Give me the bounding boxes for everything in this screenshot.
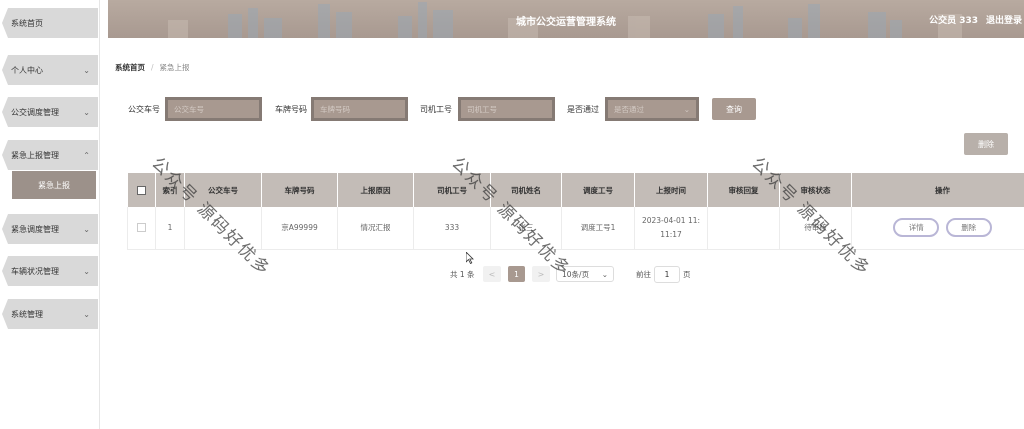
column-header: 索引 <box>155 173 185 207</box>
breadcrumb: 系统首页 / 紧急上报 <box>115 62 190 73</box>
chevron-down-icon: ⌄ <box>683 104 690 114</box>
mouse-cursor-icon <box>466 252 474 264</box>
detail-button[interactable]: 详情 <box>893 218 940 238</box>
goto-label: 前往 <box>636 270 651 279</box>
chevron-up-icon: ⌃ <box>83 150 90 160</box>
sidebar-item-label: 个人中心 <box>11 65 43 75</box>
prev-page-button[interactable]: < <box>483 266 501 282</box>
cell-report-time: 2023-04-01 11: 11:17 <box>634 207 708 250</box>
passed-label: 是否通过 <box>567 105 599 114</box>
passed-select[interactable]: 是否通过 ⌄ <box>605 97 699 121</box>
delete-button[interactable]: 删除 <box>964 133 1008 155</box>
chevron-down-icon: ⌄ <box>83 266 90 276</box>
driver-no-input[interactable]: 司机工号 <box>458 97 555 121</box>
row-checkbox[interactable] <box>137 223 146 233</box>
cell-driver-no: 333 <box>413 207 491 250</box>
cell-bus-no <box>184 207 262 250</box>
plate-label: 车牌号码 <box>275 105 307 114</box>
sidebar-item-label: 系统首页 <box>11 18 43 28</box>
breadcrumb-home[interactable]: 系统首页 <box>115 62 145 73</box>
report-time-line1: 2023-04-01 11: <box>641 215 701 225</box>
cell-reply <box>707 207 780 250</box>
row-delete-button[interactable]: 删除 <box>945 218 992 238</box>
cell-plate: 京A99999 <box>261 207 338 250</box>
sidebar-item-home[interactable]: 系统首页 <box>2 8 98 38</box>
sidebar-item-label: 紧急上报管理 <box>11 150 59 160</box>
next-page-button[interactable]: > <box>532 266 550 282</box>
header-banner: 城市公交运营管理系统 公交员 333 退出登录 <box>108 0 1024 38</box>
cell-index: 1 <box>155 207 185 250</box>
sidebar-item-label: 系统管理 <box>11 309 43 319</box>
chevron-down-icon: ⌄ <box>83 65 90 75</box>
sidebar-item-emergency-report[interactable]: 紧急上报管理 ⌃ <box>2 140 98 170</box>
sidebar-item-label: 车辆状况管理 <box>11 266 59 276</box>
user-name: 公交员 333 <box>929 16 978 26</box>
select-all-cell <box>127 173 156 207</box>
logout-link[interactable]: 退出登录 <box>986 13 1022 26</box>
sidebar-item-vehicle-status[interactable]: 车辆状况管理 ⌄ <box>2 256 98 286</box>
goto-page-input[interactable]: 1 <box>654 266 680 283</box>
column-header: 调度工号 <box>561 173 635 207</box>
column-header: 司机工号 <box>413 173 491 207</box>
sidebar-item-label: 紧急调度管理 <box>11 224 59 234</box>
chevron-down-icon: ⌄ <box>601 269 608 279</box>
pagination-total: 共 1 条 <box>450 270 475 279</box>
plate-input[interactable]: 车牌号码 <box>311 97 408 121</box>
passed-select-value: 是否通过 <box>614 104 644 114</box>
driver-no-label: 司机工号 <box>420 105 452 114</box>
cell-reason: 情况汇报 <box>337 207 414 250</box>
cell-dispatch-no: 调度工号1 <box>561 207 635 250</box>
column-header: 公交车号 <box>184 173 262 207</box>
chevron-down-icon: ⌄ <box>83 224 90 234</box>
sidebar-item-system[interactable]: 系统管理 ⌄ <box>2 299 98 329</box>
bus-no-label: 公交车号 <box>128 105 160 114</box>
cell-actions: 详情 删除 <box>851 207 1024 250</box>
column-header: 司机姓名 <box>490 173 562 207</box>
table-row: 1 京A99999 情况汇报 333 张三 调度工号1 2023-04-01 1… <box>127 207 1024 250</box>
column-header: 审核回复 <box>707 173 780 207</box>
sidebar-item-bus-dispatch[interactable]: 公交调度管理 ⌄ <box>2 97 98 127</box>
sidebar: 系统首页 个人中心 ⌄ 公交调度管理 ⌄ 紧急上报管理 ⌃ 紧急上报 紧急调度管… <box>0 0 100 429</box>
sidebar-item-label: 公交调度管理 <box>11 107 59 117</box>
row-select-cell <box>127 207 156 250</box>
chevron-down-icon: ⌄ <box>83 107 90 117</box>
submenu-item-emergency-report[interactable]: 紧急上报 <box>12 171 96 199</box>
breadcrumb-separator: / <box>151 63 154 72</box>
page-size-value: 10条/页 <box>562 269 590 279</box>
page-number-button[interactable]: 1 <box>508 266 525 282</box>
query-button[interactable]: 查询 <box>712 98 756 120</box>
cell-status: 待审核 <box>779 207 852 250</box>
sidebar-item-emergency-dispatch[interactable]: 紧急调度管理 ⌄ <box>2 214 98 244</box>
chevron-down-icon: ⌄ <box>83 309 90 319</box>
submenu-item-label: 紧急上报 <box>38 180 70 190</box>
page-size-select[interactable]: 10条/页 ⌄ <box>556 266 614 282</box>
column-header: 车牌号码 <box>261 173 338 207</box>
breadcrumb-current: 紧急上报 <box>159 63 190 72</box>
select-all-checkbox[interactable] <box>136 185 146 195</box>
cell-driver-name: 张三 <box>490 207 562 250</box>
goto-suffix: 页 <box>683 270 691 279</box>
report-table: 索引 公交车号 车牌号码 上报原因 司机工号 司机姓名 调度工号 上报时间 审核… <box>127 173 1024 250</box>
app-title: 城市公交运营管理系统 <box>516 17 616 28</box>
column-header: 审核状态 <box>779 173 852 207</box>
column-header: 上报原因 <box>337 173 414 207</box>
sidebar-item-personal-center[interactable]: 个人中心 ⌄ <box>2 55 98 85</box>
table-header-row: 索引 公交车号 车牌号码 上报原因 司机工号 司机姓名 调度工号 上报时间 审核… <box>127 173 1024 207</box>
bus-no-input[interactable]: 公交车号 <box>165 97 262 121</box>
column-header: 操作 <box>851 173 1024 207</box>
report-time-line2: 11:17 <box>660 229 682 239</box>
column-header: 上报时间 <box>634 173 708 207</box>
